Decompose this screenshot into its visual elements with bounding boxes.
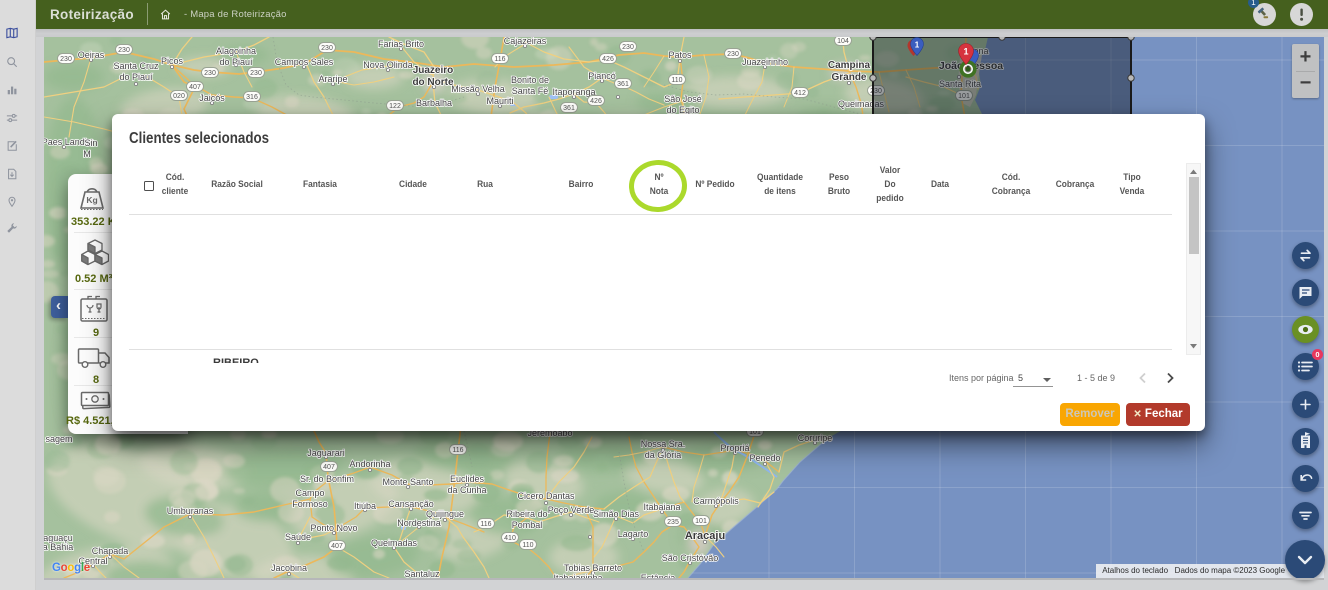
svg-text:Ponto Novo: Ponto Novo [310, 523, 357, 533]
svg-text:116: 116 [494, 56, 505, 63]
svg-text:Carmópolis: Carmópolis [693, 496, 739, 506]
svg-text:Chapada: Chapada [92, 546, 129, 556]
svg-text:do Norte: do Norte [412, 77, 454, 88]
svg-text:Barbalha: Barbalha [416, 98, 452, 108]
svg-text:Itabaiana: Itabaiana [643, 502, 680, 512]
svg-text:Coruripe: Coruripe [798, 433, 833, 443]
svg-text:Andorinha: Andorinha [349, 459, 390, 469]
svg-text:230: 230 [727, 51, 739, 58]
svg-text:Jaicós: Jaicós [199, 93, 225, 103]
svg-text:Campina: Campina [828, 60, 871, 71]
svg-text:116: 116 [452, 447, 463, 454]
svg-text:Santaluz: Santaluz [404, 569, 440, 578]
svg-text:Picos: Picos [161, 56, 184, 66]
svg-text:Araripe: Araripe [318, 74, 347, 84]
svg-text:407: 407 [331, 543, 343, 550]
svg-text:Piancó: Piancó [588, 71, 616, 81]
svg-text:São Cristóvão: São Cristóvão [662, 553, 719, 563]
svg-text:Euclides: Euclides [450, 474, 485, 484]
svg-text:020: 020 [173, 93, 185, 100]
svg-text:230: 230 [118, 47, 130, 54]
svg-text:da Cunha: da Cunha [447, 485, 486, 495]
svg-text:Nordestina: Nordestina [397, 518, 441, 528]
svg-text:361: 361 [617, 81, 629, 88]
svg-text:230: 230 [60, 56, 72, 63]
svg-text:361: 361 [563, 105, 575, 112]
svg-text:Ribeira do: Ribeira do [506, 509, 547, 519]
svg-text:M: M [83, 149, 91, 159]
svg-text:122: 122 [389, 103, 401, 110]
svg-text:426: 426 [602, 56, 614, 63]
svg-text:a Bahia: a Bahia [44, 542, 73, 552]
svg-text:Cicero Dantas: Cicero Dantas [517, 491, 575, 501]
svg-text:1: 1 [963, 47, 968, 57]
svg-text:Campos Sales: Campos Sales [275, 57, 334, 67]
svg-text:Missão Velha: Missão Velha [451, 84, 505, 94]
svg-text:Itaporanga: Itaporanga [552, 87, 595, 97]
svg-text:230: 230 [204, 70, 216, 77]
svg-text:Juazeirinho: Juazeirinho [742, 57, 788, 67]
svg-text:Itiúba: Itiúba [354, 501, 376, 511]
svg-text:Sin: Sin [84, 138, 97, 148]
svg-text:426: 426 [590, 98, 602, 105]
svg-text:Kg: Kg [86, 195, 97, 205]
svg-text:Nossa Sra.: Nossa Sra. [641, 439, 686, 449]
svg-text:Simão Dias: Simão Dias [593, 509, 640, 519]
svg-text:101: 101 [695, 518, 707, 525]
svg-text:407: 407 [323, 464, 335, 471]
svg-text:Lagarto: Lagarto [618, 529, 649, 539]
svg-text:Juazeiro: Juazeiro [413, 65, 454, 76]
svg-text:Nova Olinda: Nova Olinda [363, 60, 413, 70]
svg-text:410: 410 [504, 535, 516, 542]
svg-text:Jaguarari: Jaguarari [307, 448, 345, 458]
svg-text:da Glória: da Glória [645, 450, 682, 460]
svg-text:230: 230 [321, 45, 333, 52]
svg-text:Mauriti: Mauriti [486, 96, 513, 106]
svg-text:Propriá: Propriá [720, 443, 749, 453]
svg-text:Patos: Patos [668, 50, 692, 60]
svg-text:Cajazeiras: Cajazeiras [504, 37, 547, 46]
svg-text:230: 230 [622, 44, 634, 51]
svg-text:104: 104 [837, 38, 849, 45]
svg-text:116: 116 [480, 521, 491, 528]
svg-text:Farias Brito: Farias Brito [378, 39, 424, 49]
svg-text:do Piauí: do Piauí [219, 57, 253, 67]
svg-text:Formoso: Formoso [292, 499, 328, 509]
svg-text:Santa Fé: Santa Fé [512, 86, 549, 96]
svg-text:407: 407 [189, 84, 201, 91]
svg-text:235: 235 [667, 519, 679, 526]
svg-text:Poço Verde: Poço Verde [548, 505, 595, 515]
svg-text:sagem: sagem [45, 434, 72, 444]
svg-text:Sr. do Bonfim: Sr. do Bonfim [300, 474, 354, 484]
svg-text:110: 110 [522, 542, 533, 549]
svg-text:110: 110 [671, 77, 682, 84]
svg-text:Santa Cruz: Santa Cruz [113, 61, 159, 71]
svg-text:1: 1 [915, 41, 920, 50]
svg-text:Bonito de: Bonito de [511, 75, 549, 85]
svg-text:412: 412 [794, 90, 806, 97]
svg-text:Umburanas: Umburanas [167, 506, 214, 516]
svg-text:Aracaju: Aracaju [685, 530, 725, 542]
svg-text:Pombal: Pombal [512, 520, 543, 530]
svg-text:São José: São José [664, 94, 702, 104]
svg-text:Campo: Campo [295, 488, 324, 498]
svg-text:Grande: Grande [831, 72, 866, 83]
svg-text:Penedo: Penedo [749, 453, 780, 463]
svg-text:Tobias Barreto: Tobias Barreto [564, 563, 622, 573]
svg-text:Alagoinha: Alagoinha [216, 46, 256, 56]
svg-text:Queimadas: Queimadas [371, 538, 418, 548]
svg-text:Cansanção: Cansanção [388, 499, 434, 509]
svg-text:230: 230 [250, 70, 262, 77]
svg-text:do Piauí: do Piauí [119, 72, 153, 82]
svg-text:316: 316 [246, 94, 258, 101]
svg-text:Oeiras: Oeiras [78, 50, 105, 60]
svg-text:Jacobina: Jacobina [271, 563, 307, 573]
svg-text:Saúde: Saúde [285, 532, 311, 542]
svg-text:Monte Santo: Monte Santo [382, 477, 433, 487]
